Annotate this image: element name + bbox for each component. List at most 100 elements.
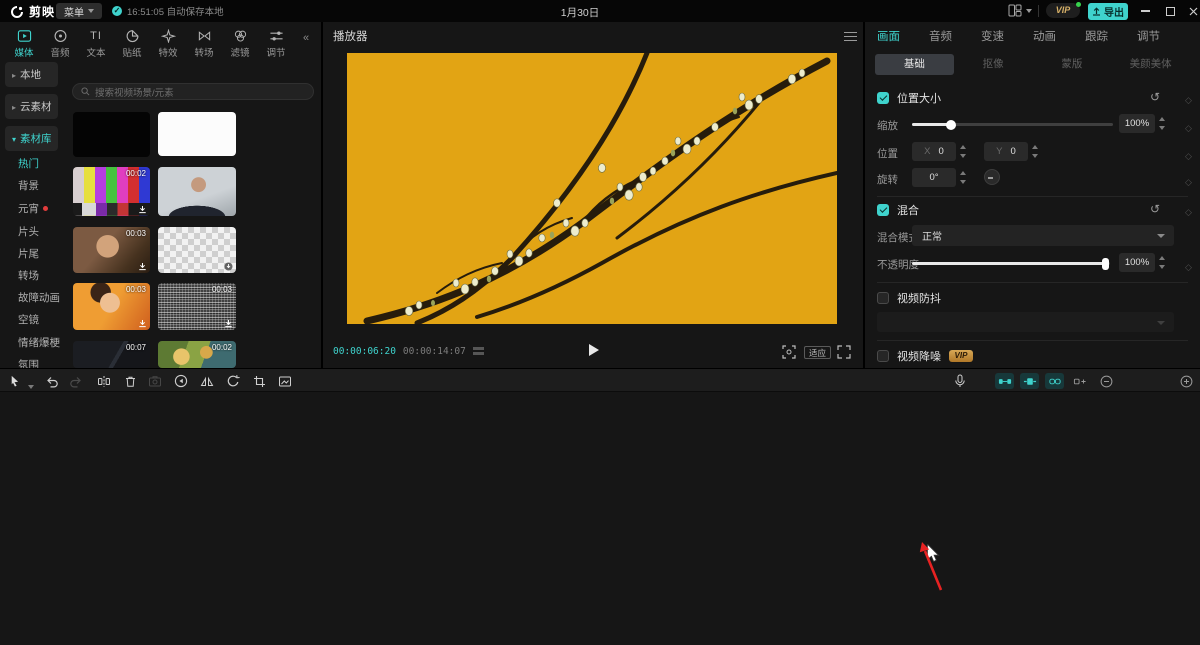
subtab-cutout[interactable]: 抠像 bbox=[954, 54, 1033, 75]
tab-animation[interactable]: 动画 bbox=[1033, 28, 1056, 44]
category-ambience[interactable]: 氛围 bbox=[18, 357, 39, 368]
rotation-knob[interactable] bbox=[984, 169, 1000, 185]
mirror-icon[interactable] bbox=[199, 373, 215, 389]
minimize-button[interactable] bbox=[1136, 2, 1154, 20]
media-thumbnail-transparent[interactable] bbox=[158, 227, 236, 273]
checkbox-checked[interactable] bbox=[877, 204, 889, 216]
position-x-stepper[interactable] bbox=[959, 142, 967, 161]
split-icon[interactable] bbox=[96, 373, 112, 389]
scale-stepper[interactable] bbox=[1158, 114, 1166, 133]
record-voice-icon[interactable] bbox=[952, 373, 968, 389]
rotate-icon[interactable] bbox=[225, 373, 241, 389]
category-outro[interactable]: 片尾 bbox=[18, 246, 39, 261]
close-button[interactable] bbox=[1184, 2, 1200, 20]
tab-adjust[interactable]: 调节 bbox=[258, 26, 294, 59]
tab-effects[interactable]: 特效 bbox=[150, 26, 186, 59]
subtab-beauty[interactable]: 美颜美体 bbox=[1111, 54, 1190, 75]
category-glitch[interactable]: 故障动画 bbox=[18, 290, 60, 305]
media-thumbnail-laughing-man[interactable]: 00:03 bbox=[73, 227, 150, 273]
media-thumbnail-white[interactable] bbox=[158, 112, 236, 156]
keyframe-icon[interactable] bbox=[1185, 146, 1192, 164]
tab-audio-props[interactable]: 音频 bbox=[929, 28, 952, 44]
undo-icon[interactable] bbox=[44, 373, 60, 389]
preview-axis-toggle-icon[interactable] bbox=[995, 373, 1014, 389]
category-intro[interactable]: 片头 bbox=[18, 224, 39, 239]
position-x-input[interactable]: X 0 bbox=[912, 142, 956, 161]
tab-picture[interactable]: 画面 bbox=[877, 28, 900, 44]
tab-adjust-props[interactable]: 调节 bbox=[1137, 28, 1160, 44]
download-icon[interactable] bbox=[224, 262, 233, 271]
search-input[interactable]: 搜索视频场景/元素 bbox=[72, 83, 314, 100]
subtab-basic[interactable]: 基础 bbox=[875, 54, 954, 75]
keyframe-icon[interactable] bbox=[1185, 202, 1192, 220]
reset-icon[interactable] bbox=[1150, 200, 1160, 218]
timeline-zoom-in-icon[interactable] bbox=[1178, 373, 1194, 389]
redo-icon[interactable] bbox=[68, 373, 84, 389]
keyframe-icon[interactable] bbox=[1185, 257, 1192, 275]
player-menu-icon[interactable] bbox=[844, 32, 857, 41]
blend-mode-dropdown[interactable]: 正常 bbox=[912, 225, 1174, 246]
frame-preview-icon[interactable] bbox=[473, 347, 485, 357]
media-thumbnail-colorbars[interactable]: 00:02 bbox=[73, 167, 150, 216]
delete-icon[interactable] bbox=[122, 373, 138, 389]
download-icon[interactable] bbox=[224, 319, 233, 328]
opacity-value[interactable]: 100% bbox=[1119, 253, 1155, 272]
opacity-stepper[interactable] bbox=[1158, 253, 1166, 272]
tab-filter[interactable]: 滤镜 bbox=[222, 26, 258, 59]
collapse-panel-button[interactable]: « bbox=[303, 32, 309, 44]
category-transition[interactable]: 转场 bbox=[18, 268, 39, 283]
category-lantern[interactable]: 元宵 bbox=[18, 201, 48, 216]
opacity-slider[interactable] bbox=[912, 262, 1110, 265]
crop-icon[interactable] bbox=[251, 373, 267, 389]
vip-badge[interactable]: VIP bbox=[1046, 3, 1080, 18]
group-cloud[interactable]: 云素材 bbox=[5, 94, 58, 119]
checkbox-checked[interactable] bbox=[877, 92, 889, 104]
auto-snap-toggle-icon[interactable] bbox=[1020, 373, 1039, 389]
download-icon[interactable] bbox=[138, 262, 147, 271]
tab-sticker[interactable]: 贴纸 bbox=[114, 26, 150, 59]
position-y-input[interactable]: Y 0 bbox=[984, 142, 1028, 161]
export-button[interactable]: 导出 bbox=[1088, 3, 1128, 20]
keyframe-icon[interactable] bbox=[1185, 118, 1192, 136]
download-icon[interactable] bbox=[138, 205, 147, 214]
download-icon[interactable] bbox=[138, 319, 147, 328]
category-broll[interactable]: 空镜 bbox=[18, 312, 39, 327]
tab-speed[interactable]: 变速 bbox=[981, 28, 1004, 44]
freeze-frame-icon[interactable] bbox=[147, 373, 163, 389]
subtab-mask[interactable]: 蒙版 bbox=[1033, 54, 1112, 75]
category-background[interactable]: 背景 bbox=[18, 178, 39, 193]
checkbox-unchecked[interactable] bbox=[877, 350, 889, 362]
scale-slider[interactable] bbox=[912, 123, 1113, 126]
scale-value[interactable]: 100% bbox=[1119, 114, 1155, 133]
tab-text[interactable]: TI 文本 bbox=[78, 26, 114, 59]
tab-media[interactable]: 媒体 bbox=[6, 26, 42, 59]
media-thumbnail-cartoon[interactable]: 00:02 bbox=[158, 341, 236, 368]
reset-icon[interactable] bbox=[1150, 88, 1160, 106]
fullscreen-icon[interactable] bbox=[837, 345, 851, 359]
media-thumbnail-black[interactable] bbox=[73, 112, 150, 157]
rotation-stepper[interactable] bbox=[959, 168, 967, 187]
focus-scan-icon[interactable] bbox=[782, 345, 796, 359]
tab-transition[interactable]: 转场 bbox=[186, 26, 222, 59]
fit-mode-button[interactable]: 适应 bbox=[804, 346, 831, 359]
keyframe-icon[interactable] bbox=[1185, 90, 1192, 108]
timeline-area[interactable]: 00:00 00:02 00:04 00:06 00:08 00:10 00:1… bbox=[0, 392, 1200, 645]
keyframe-icon[interactable] bbox=[1185, 172, 1192, 190]
rotation-value[interactable]: 0° bbox=[912, 168, 956, 187]
media-thumbnail-static[interactable]: 00:03 bbox=[158, 283, 236, 330]
multi-track-toggle-icon[interactable] bbox=[1072, 373, 1088, 389]
maximize-button[interactable] bbox=[1161, 2, 1179, 20]
media-thumbnail-dark[interactable]: 00:07 bbox=[73, 341, 150, 368]
tab-tracking[interactable]: 跟踪 bbox=[1085, 28, 1108, 44]
layout-switch-icon[interactable] bbox=[1008, 4, 1022, 17]
menu-button[interactable]: 菜单 bbox=[56, 3, 102, 19]
chevron-down-icon[interactable] bbox=[1026, 9, 1032, 13]
linkage-toggle-icon[interactable] bbox=[1045, 373, 1064, 389]
video-preview[interactable] bbox=[347, 53, 837, 324]
reverse-play-icon[interactable] bbox=[173, 373, 189, 389]
media-thumbnail-woman[interactable]: 00:03 bbox=[73, 283, 150, 330]
group-local[interactable]: 本地 bbox=[5, 62, 58, 87]
play-button[interactable] bbox=[589, 344, 599, 356]
select-tool-icon[interactable] bbox=[8, 373, 24, 389]
category-hot[interactable]: 热门 bbox=[18, 156, 39, 171]
